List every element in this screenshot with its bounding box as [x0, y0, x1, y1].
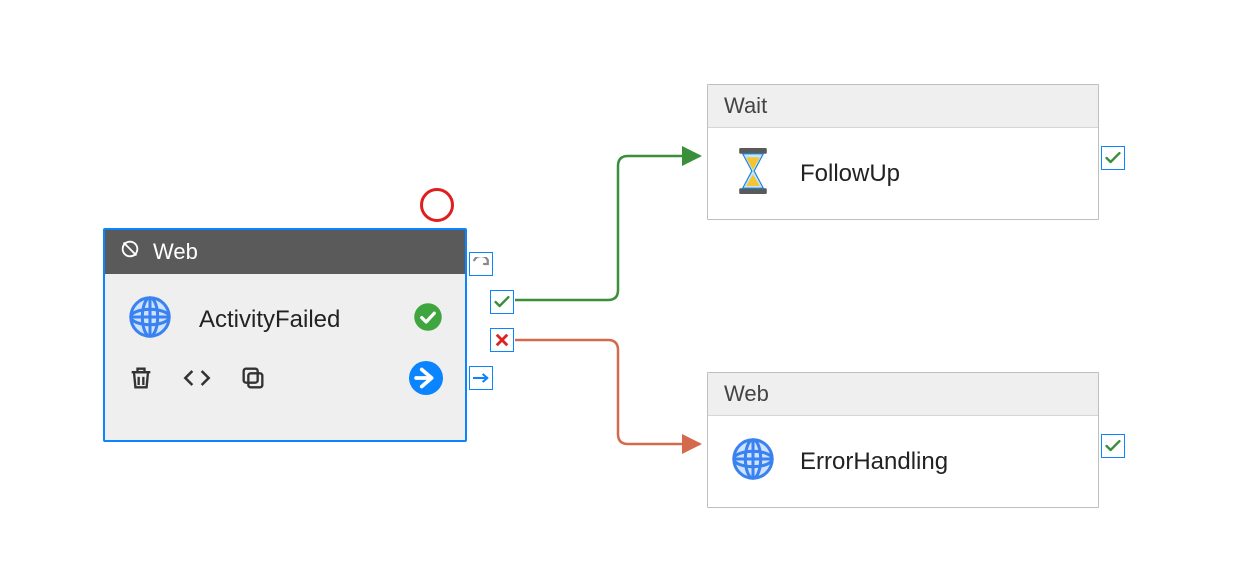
activity-body: FollowUp [708, 128, 1098, 219]
copy-icon[interactable] [239, 364, 267, 397]
activity-body: ErrorHandling [708, 416, 1098, 507]
activity-node-activityfailed[interactable]: Web ActivityFailed [103, 228, 467, 442]
activity-node-errorhandling[interactable]: Web ErrorHandling [707, 372, 1099, 508]
activity-type-label: Web [153, 239, 198, 265]
port-skip[interactable] [469, 366, 493, 390]
breakpoint-indicator[interactable] [420, 188, 454, 222]
activity-header[interactable]: Web [105, 230, 465, 274]
delete-icon[interactable] [127, 364, 155, 397]
go-button[interactable] [409, 361, 443, 400]
port-success[interactable] [1101, 146, 1125, 170]
activity-header[interactable]: Web [708, 373, 1098, 416]
activity-body: ActivityFailed [105, 274, 465, 351]
port-success[interactable] [1101, 434, 1125, 458]
port-failure[interactable] [490, 328, 514, 352]
activity-name-label: FollowUp [800, 160, 900, 188]
activity-name-label: ActivityFailed [199, 306, 387, 334]
activity-header[interactable]: Wait [708, 85, 1098, 128]
code-icon[interactable] [183, 364, 211, 397]
activity-type-label: Wait [724, 93, 767, 118]
globe-icon [730, 436, 776, 487]
activity-toolbar [105, 351, 465, 414]
activity-node-followup[interactable]: Wait FollowUp [707, 84, 1099, 220]
connector-success [515, 156, 700, 300]
globe-icon [127, 294, 173, 345]
activity-type-label: Web [724, 381, 769, 406]
port-completion[interactable] [469, 252, 493, 276]
status-success-icon [413, 302, 443, 337]
deactivated-icon [119, 238, 141, 266]
port-success[interactable] [490, 290, 514, 314]
connector-failure [515, 340, 700, 444]
hourglass-icon [730, 148, 776, 199]
activity-name-label: ErrorHandling [800, 448, 948, 476]
